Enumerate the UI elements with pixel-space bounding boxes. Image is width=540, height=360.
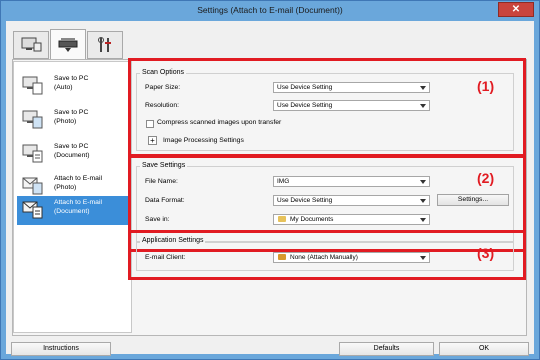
save-in-dropdown[interactable]: My Documents <box>273 214 430 225</box>
tools-icon <box>98 37 111 52</box>
email-client-dropdown[interactable]: None (Attach Manually) <box>273 252 430 263</box>
tab-general-settings[interactable] <box>87 31 123 59</box>
nav-item-label: Save to PC (Photo) <box>54 109 89 125</box>
defaults-button[interactable]: Defaults <box>339 342 434 356</box>
save-in-label: Save in: <box>145 216 170 223</box>
save-to-pc-document-icon <box>22 144 43 163</box>
nav-item-label: Attach to E-mail (Photo) <box>54 175 102 191</box>
image-processing-label[interactable]: Image Processing Settings <box>163 137 244 144</box>
data-format-settings-button[interactable]: Settings... <box>437 194 509 206</box>
paper-size-value: Use Device Setting <box>277 84 333 91</box>
settings-window: Settings (Attach to E-mail (Document)) ✕ <box>0 0 540 360</box>
save-to-pc-photo-icon <box>22 110 43 129</box>
paper-size-dropdown[interactable]: Use Device Setting <box>273 82 430 93</box>
file-name-dropdown[interactable]: IMG <box>273 176 430 187</box>
attach-email-photo-icon <box>22 177 43 195</box>
resolution-label: Resolution: <box>145 102 180 109</box>
save-settings-title: Save Settings <box>140 162 188 169</box>
scan-options-title: Scan Options <box>140 69 187 76</box>
nav-item-label: Attach to E-mail (Document) <box>54 199 102 215</box>
attach-email-document-icon <box>22 201 43 219</box>
data-format-dropdown[interactable]: Use Device Setting <box>273 195 430 206</box>
save-in-value: My Documents <box>290 216 334 223</box>
paper-size-label: Paper Size: <box>145 84 181 91</box>
chevron-down-icon <box>420 218 426 222</box>
nav-item-label: Save to PC (Auto) <box>54 75 89 91</box>
compress-checkbox[interactable] <box>146 120 154 128</box>
instructions-button[interactable]: Instructions <box>11 342 111 356</box>
expand-plus-icon[interactable]: + <box>148 136 157 145</box>
file-name-value: IMG <box>277 178 290 185</box>
scan-type-list: Save to PC (Auto) Save to PC (Photo) Sav… <box>13 61 132 333</box>
chevron-down-icon <box>420 199 426 203</box>
email-client-label: E-mail Client: <box>145 254 186 261</box>
chevron-down-icon <box>420 104 426 108</box>
chevron-down-icon <box>420 256 426 260</box>
marker-1: (1) <box>477 78 495 94</box>
resolution-value: Use Device Setting <box>277 102 333 109</box>
resolution-dropdown[interactable]: Use Device Setting <box>273 100 430 111</box>
window-title: Settings (Attach to E-mail (Document)) <box>197 5 343 15</box>
ok-button[interactable]: OK <box>439 342 529 356</box>
compress-label: Compress scanned images upon transfer <box>157 119 282 126</box>
application-settings-title: Application Settings <box>140 237 206 244</box>
nav-item-label: Save to PC (Document) <box>54 143 90 159</box>
nav-item-save-to-pc-auto[interactable]: Save to PC (Auto) <box>17 72 129 100</box>
close-button[interactable]: ✕ <box>498 2 534 17</box>
data-format-value: Use Device Setting <box>277 197 333 204</box>
scanner-icon <box>58 37 78 52</box>
data-format-label: Data Format: <box>145 197 185 204</box>
marker-2: (2) <box>477 170 495 186</box>
computer-scan-icon <box>21 37 42 52</box>
chevron-down-icon <box>420 180 426 184</box>
tab-scan-from-panel[interactable] <box>50 29 86 59</box>
chevron-down-icon <box>420 86 426 90</box>
nav-item-save-to-pc-document[interactable]: Save to PC (Document) <box>17 140 129 168</box>
client-area: Save to PC (Auto) Save to PC (Photo) Sav… <box>6 21 534 356</box>
tab-scan-from-computer[interactable] <box>13 31 49 59</box>
nav-item-attach-email-document[interactable]: Attach to E-mail (Document) <box>17 196 129 225</box>
email-client-icon <box>278 254 286 260</box>
nav-item-save-to-pc-photo[interactable]: Save to PC (Photo) <box>17 106 129 134</box>
folder-icon <box>278 216 286 222</box>
marker-3: (3) <box>477 245 495 261</box>
email-client-value: None (Attach Manually) <box>290 254 358 261</box>
file-name-label: File Name: <box>145 178 178 185</box>
save-to-pc-auto-icon <box>22 76 43 95</box>
